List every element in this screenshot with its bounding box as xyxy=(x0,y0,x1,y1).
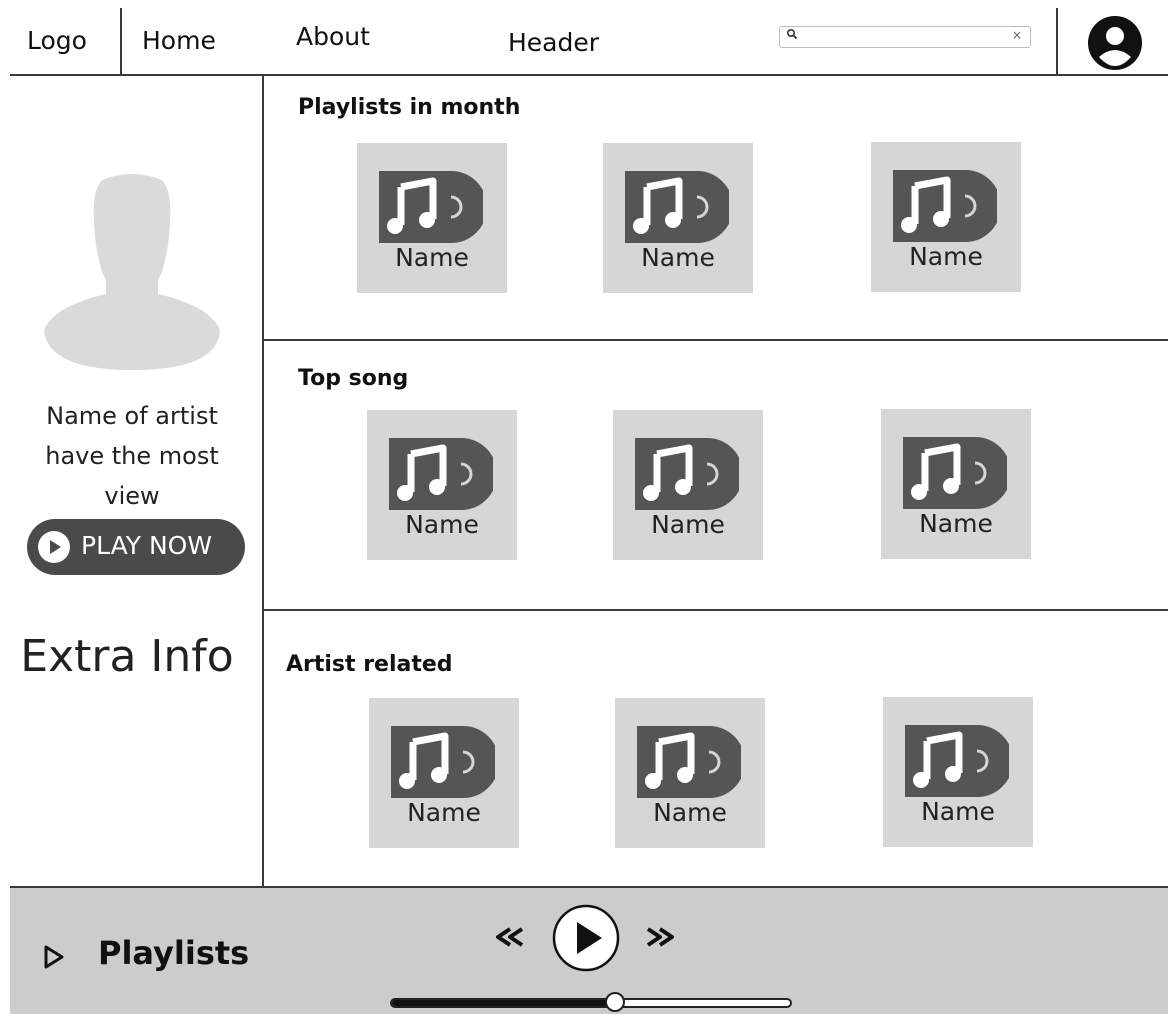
nav-about-link[interactable]: About xyxy=(296,22,370,51)
sidebar-divider xyxy=(262,75,264,888)
progress-fill xyxy=(392,1000,615,1006)
playlists-in-month-card[interactable]: Name xyxy=(603,143,753,293)
header-bottom-border xyxy=(10,74,1168,76)
header-divider xyxy=(120,8,122,75)
header-divider-right xyxy=(1056,8,1058,75)
extra-info: Extra Info xyxy=(20,631,234,682)
page-header-title: Header xyxy=(508,28,600,57)
play-circle-icon xyxy=(38,531,70,563)
card-name: Name xyxy=(909,242,983,271)
artist-related-card[interactable]: Name xyxy=(883,697,1033,847)
artist-avatar-icon xyxy=(44,174,220,370)
music-album-icon xyxy=(389,438,493,510)
music-album-icon xyxy=(379,171,483,243)
top-song-card[interactable]: Name xyxy=(613,410,763,560)
progress-handle[interactable] xyxy=(604,992,625,1012)
card-name: Name xyxy=(653,798,727,827)
progress-slider[interactable] xyxy=(390,992,792,1012)
section-title-artist-related: Artist related xyxy=(286,652,453,677)
music-album-icon xyxy=(637,726,741,798)
playlists-in-month-card[interactable]: Name xyxy=(357,143,507,293)
fast-forward-icon[interactable] xyxy=(644,926,676,948)
search-clear-icon[interactable]: × xyxy=(1012,28,1022,42)
nav-home-link[interactable]: Home xyxy=(142,26,216,55)
card-name: Name xyxy=(921,797,995,826)
section-divider xyxy=(263,339,1168,341)
section-title-playlists-in-month: Playlists in month xyxy=(298,95,521,120)
search-box[interactable]: × xyxy=(779,26,1031,48)
music-album-icon xyxy=(391,726,495,798)
player-playlists-label[interactable]: Playlists xyxy=(98,934,249,972)
music-album-icon xyxy=(635,438,739,510)
card-name: Name xyxy=(919,509,993,538)
rewind-icon[interactable] xyxy=(494,926,526,948)
artist-related-card[interactable]: Name xyxy=(615,698,765,848)
card-name: Name xyxy=(405,510,479,539)
music-album-icon xyxy=(903,437,1007,509)
artist-related-card[interactable]: Name xyxy=(369,698,519,848)
music-album-icon xyxy=(893,170,997,242)
card-name: Name xyxy=(651,510,725,539)
user-avatar-icon[interactable] xyxy=(1087,15,1143,71)
top-song-card[interactable]: Name xyxy=(881,409,1031,559)
search-input[interactable] xyxy=(804,28,1004,44)
play-now-button[interactable]: PLAY NOW xyxy=(27,519,245,575)
card-name: Name xyxy=(641,243,715,272)
card-name: Name xyxy=(407,798,481,827)
play-outline-icon[interactable] xyxy=(42,944,66,970)
playlists-in-month-card[interactable]: Name xyxy=(871,142,1021,292)
play-now-label: PLAY NOW xyxy=(81,531,213,560)
music-album-icon xyxy=(625,171,729,243)
section-divider xyxy=(263,609,1168,611)
logo[interactable]: Logo xyxy=(27,26,87,55)
play-pause-button[interactable] xyxy=(552,904,620,972)
search-icon xyxy=(786,28,798,40)
section-title-top-song: Top song xyxy=(298,366,409,391)
artist-name: Name of artist have the most view xyxy=(45,402,219,510)
card-name: Name xyxy=(395,243,469,272)
music-album-icon xyxy=(905,725,1009,797)
top-song-card[interactable]: Name xyxy=(367,410,517,560)
